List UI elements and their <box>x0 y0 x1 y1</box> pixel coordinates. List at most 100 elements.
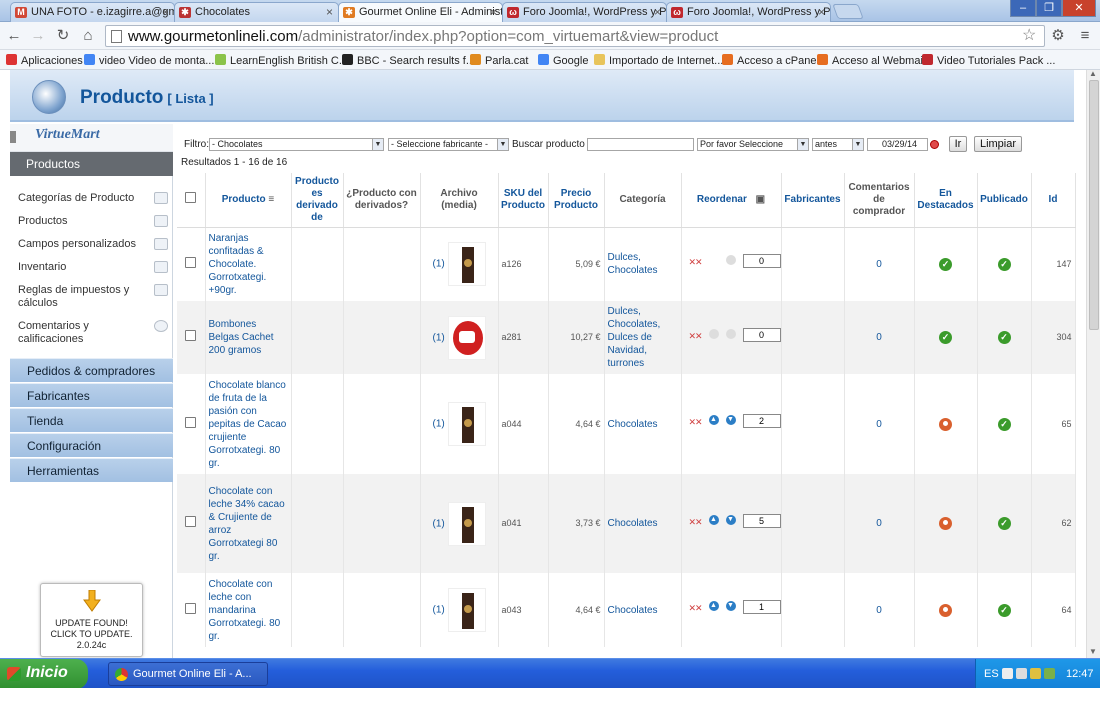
start-button[interactable]: Inicio <box>0 659 88 689</box>
media-count-link[interactable]: (1) <box>432 332 444 343</box>
close-icon[interactable]: × <box>326 5 333 19</box>
product-thumbnail[interactable] <box>447 402 486 446</box>
reviews-link[interactable]: 0 <box>844 474 915 573</box>
network-icon[interactable] <box>1016 668 1027 679</box>
order-input[interactable]: 0 <box>742 254 781 269</box>
forward-icon[interactable]: → <box>28 26 48 46</box>
product-thumbnail[interactable] <box>447 315 486 360</box>
reload-icon[interactable]: ↻ <box>53 26 73 46</box>
published-check-icon[interactable]: ✓ <box>997 517 1011 530</box>
bookmark-item[interactable]: Video Tutoriales Pack ... <box>922 54 1055 67</box>
col-id[interactable]: Id <box>1031 173 1076 228</box>
not-featured-icon[interactable] <box>939 603 952 617</box>
tray-arrow-icon[interactable] <box>1002 668 1013 679</box>
reviews-link[interactable]: 0 <box>844 301 915 374</box>
category-link[interactable]: Chocolates <box>604 474 682 573</box>
published-check-icon[interactable]: ✓ <box>997 257 1011 271</box>
clear-button[interactable]: Limpiar <box>974 136 1022 152</box>
page-scrollbar[interactable]: ▲ ▼ <box>1086 69 1100 658</box>
move-down-icon[interactable]: ▼ <box>725 514 736 525</box>
close-icon[interactable]: × <box>818 5 825 19</box>
move-up-icon[interactable]: ▲ <box>708 514 719 525</box>
bookmark-item[interactable]: Acceso a cPanel <box>722 54 819 67</box>
extension-icon[interactable]: ⚙ <box>1048 26 1068 46</box>
category-select[interactable]: - Chocolates ▼ <box>209 138 384 151</box>
bookmark-star-icon[interactable]: ☆ <box>1022 25 1036 45</box>
row-checkbox[interactable] <box>185 602 197 614</box>
move-down-icon[interactable]: ▼ <box>725 415 736 425</box>
sidebar-section-productos[interactable]: Productos <box>10 152 173 176</box>
home-icon[interactable]: ⌂ <box>78 26 98 46</box>
media-count-link[interactable]: (1) <box>432 419 444 430</box>
row-checkbox[interactable] <box>185 516 197 527</box>
close-icon[interactable]: × <box>162 5 169 19</box>
col-price[interactable]: Precio Producto <box>548 173 605 228</box>
clear-date-icon[interactable] <box>930 140 939 149</box>
close-icon[interactable]: × <box>490 5 497 19</box>
row-checkbox[interactable] <box>185 256 197 268</box>
drag-handle-icon[interactable]: ✕✕ <box>689 416 703 429</box>
sidebar-item-productos[interactable]: Productos <box>18 215 168 228</box>
media-count-link[interactable]: (1) <box>432 605 444 616</box>
date-relation-select[interactable]: antes ▼ <box>812 138 864 151</box>
reviews-link[interactable]: 0 <box>844 374 915 474</box>
reviews-link[interactable]: 0 <box>844 573 915 647</box>
sidebar-section-fabricantes[interactable]: Fabricantes <box>10 383 173 407</box>
sidebar-section-configuracion[interactable]: Configuración <box>10 433 173 457</box>
bookmark-folder[interactable]: Importado de Internet... <box>594 54 723 67</box>
not-featured-icon[interactable] <box>939 517 952 530</box>
taskbar-item-chrome[interactable]: Gourmet Online Eli - A... <box>108 662 268 686</box>
order-input[interactable]: 0 <box>742 327 781 342</box>
select-all-checkbox[interactable] <box>185 192 197 204</box>
language-indicator[interactable]: ES <box>984 668 999 680</box>
collapse-sidebar-icon[interactable] <box>10 131 16 143</box>
update-notice-button[interactable]: UPDATE FOUND! CLICK TO UPDATE. 2.0.24c <box>40 583 143 657</box>
category-link[interactable]: Dulces, Chocolates <box>604 227 682 301</box>
scrollbar-thumb[interactable] <box>1089 80 1099 330</box>
bookmark-item[interactable]: Aplicaciones <box>6 54 83 67</box>
sidebar-item-comentarios[interactable]: Comentarios y calificaciones <box>18 320 168 346</box>
col-published[interactable]: Publicado <box>977 173 1032 228</box>
col-reorder[interactable]: Reordenar ▣ <box>681 173 782 228</box>
product-thumbnail[interactable] <box>447 588 486 632</box>
drag-handle-icon[interactable]: ✕✕ <box>689 602 703 615</box>
col-derived[interactable]: Producto es derivado de <box>291 173 344 228</box>
sidebar-item-categorias[interactable]: Categorías de Producto <box>18 192 168 205</box>
bookmark-item[interactable]: LearnEnglish British C... <box>215 54 348 67</box>
reviews-link[interactable]: 0 <box>844 227 915 301</box>
product-thumbnail[interactable] <box>447 242 486 287</box>
product-name-link[interactable]: Chocolate blanco de fruta de la pasión c… <box>205 374 292 474</box>
product-name-link[interactable]: Naranjas confitadas & Chocolate. Gorrotx… <box>205 227 292 301</box>
new-tab-button[interactable] <box>832 4 864 19</box>
bookmark-item[interactable]: BBC - Search results f... <box>342 54 475 67</box>
drag-handle-icon[interactable]: ✕✕ <box>689 516 703 529</box>
scroll-up-icon[interactable]: ▲ <box>1089 69 1097 78</box>
browser-tab[interactable]: M UNA FOTO - e.izagirre.a@gm × <box>10 2 175 22</box>
search-input[interactable] <box>587 138 694 151</box>
order-input[interactable]: 5 <box>742 513 781 528</box>
bookmark-item[interactable]: Parla.cat <box>470 54 528 67</box>
product-thumbnail[interactable] <box>447 501 486 546</box>
save-order-icon[interactable]: ▣ <box>756 194 765 205</box>
published-check-icon[interactable]: ✓ <box>997 603 1011 617</box>
go-button[interactable]: Ir <box>949 136 967 152</box>
product-name-link[interactable]: Chocolate con leche con mandarina Gorrot… <box>205 573 292 647</box>
order-input[interactable]: 2 <box>742 414 781 428</box>
antivirus-icon[interactable] <box>1044 668 1055 679</box>
media-count-link[interactable]: (1) <box>432 259 444 270</box>
category-link[interactable]: Dulces, Chocolates, Dulces de Navidad, t… <box>604 301 682 374</box>
maximize-button[interactable]: ❐ <box>1036 0 1062 17</box>
menu-icon[interactable]: ≡ <box>1075 26 1095 46</box>
close-icon[interactable]: × <box>654 5 661 19</box>
browser-tab[interactable]: ✱ Chocolates × <box>174 2 339 22</box>
category-link[interactable]: Chocolates <box>604 374 682 474</box>
sidebar-section-tienda[interactable]: Tienda <box>10 408 173 432</box>
manufacturer-select[interactable]: - Seleccione fabricante - ▼ <box>388 138 509 151</box>
col-sku[interactable]: SKU del Producto <box>498 173 549 228</box>
col-manufacturers[interactable]: Fabricantes <box>781 173 845 228</box>
featured-check-icon[interactable]: ✓ <box>939 331 952 344</box>
sidebar-item-campos[interactable]: Campos personalizados <box>18 238 168 251</box>
order-input[interactable]: 1 <box>742 600 781 614</box>
search-type-select[interactable]: Por favor Seleccione ▼ <box>697 138 809 151</box>
drag-handle-icon[interactable]: ✕✕ <box>689 330 703 343</box>
